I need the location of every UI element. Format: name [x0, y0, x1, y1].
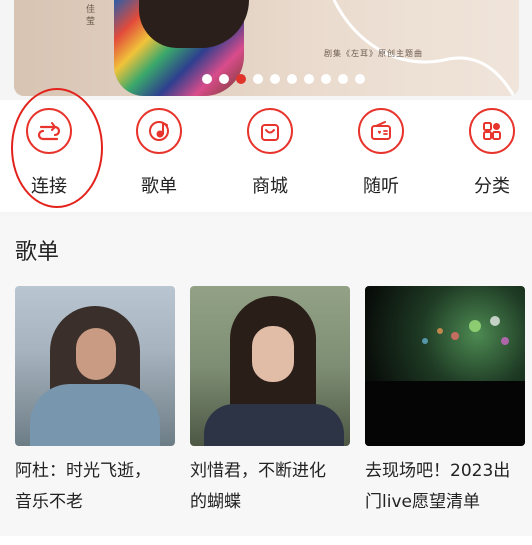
shopping-bag-icon: [261, 124, 279, 141]
nav-icon-circle: [136, 108, 182, 154]
playlist-title-line: 的蝴蝶: [190, 492, 241, 512]
indicator-dot[interactable]: [338, 74, 348, 84]
cover-face: [252, 326, 294, 382]
nav-label-playlist: 歌单: [141, 176, 177, 197]
playlist-card[interactable]: 阿杜：时光飞逝， 音乐不老: [15, 286, 175, 518]
playlist-title-line: 门live愿望清单: [365, 492, 480, 512]
cover-bokeh-lights: [365, 316, 525, 446]
nav-icon-circle: [469, 108, 515, 154]
playlist-title-line: 刘惜君，不断进化: [190, 461, 326, 481]
indicator-dot[interactable]: [304, 74, 314, 84]
playlist-title[interactable]: 去现场吧！2023出 门live愿望清单: [365, 456, 532, 518]
playlist-title-line: 阿杜：时光飞逝，: [15, 461, 151, 481]
nav-item-playlist[interactable]: 歌单: [119, 108, 199, 198]
playlist-cover[interactable]: [15, 286, 175, 446]
playlist-cover[interactable]: [365, 286, 525, 446]
nav-icon-circle: [26, 108, 72, 154]
nav-label-category: 分类: [474, 176, 510, 197]
nav-label-listen: 随听: [363, 176, 399, 197]
banner-caption: 剧集《左耳》原创主题曲: [324, 49, 423, 58]
banner-side-text: 佳 莹: [86, 5, 96, 27]
indicator-dot[interactable]: [219, 74, 229, 84]
cover-face: [76, 328, 116, 380]
playlist-card[interactable]: 刘惜君，不断进化 的蝴蝶: [190, 286, 350, 518]
indicator-dot[interactable]: [202, 74, 212, 84]
cover-coat: [204, 404, 344, 446]
bottom-divider: [0, 536, 532, 545]
nav-item-listen[interactable]: 随听: [341, 108, 421, 198]
indicator-dot[interactable]: [253, 74, 263, 84]
music-note-icon: [149, 121, 169, 141]
cover-person: [204, 296, 344, 446]
nav-item-connect[interactable]: 连接: [9, 108, 89, 198]
banner-page-indicator[interactable]: [202, 74, 365, 84]
category-icon: [483, 122, 501, 140]
playlist-card[interactable]: 去现场吧！2023出 门live愿望清单: [365, 286, 525, 518]
playlist-title-line: 音乐不老: [15, 492, 83, 512]
link-icon: [37, 122, 61, 141]
cover-person: [30, 306, 160, 446]
indicator-dot[interactable]: [270, 74, 280, 84]
nav-item-store[interactable]: 商城: [230, 108, 310, 198]
quick-nav-row: 连接 歌单 商城 随听 分类: [0, 100, 532, 212]
indicator-dot[interactable]: [355, 74, 365, 84]
top-banner[interactable]: 佳 莹 剧集《左耳》原创主题曲: [14, 0, 519, 96]
playlist-title[interactable]: 刘惜君，不断进化 的蝴蝶: [190, 456, 360, 518]
nav-label-store: 商城: [252, 176, 288, 197]
indicator-dot-active[interactable]: [236, 74, 246, 84]
section-title: 歌单: [15, 240, 60, 265]
radio-icon: [371, 121, 391, 140]
playlist-cover[interactable]: [190, 286, 350, 446]
playlist-section: 歌单 阿杜：时光飞逝， 音乐不老 刘惜君，不断进化 的蝴蝶 去现场吧！2023出…: [0, 216, 532, 536]
nav-item-category[interactable]: 分类: [452, 108, 532, 198]
cover-jacket: [30, 384, 160, 446]
playlist-title[interactable]: 阿杜：时光飞逝， 音乐不老: [15, 456, 185, 518]
nav-label-connect: 连接: [31, 176, 67, 197]
nav-icon-circle: [247, 108, 293, 154]
nav-icon-circle: [358, 108, 404, 154]
indicator-dot[interactable]: [287, 74, 297, 84]
playlist-title-line: 去现场吧！2023出: [365, 461, 511, 481]
indicator-dot[interactable]: [321, 74, 331, 84]
